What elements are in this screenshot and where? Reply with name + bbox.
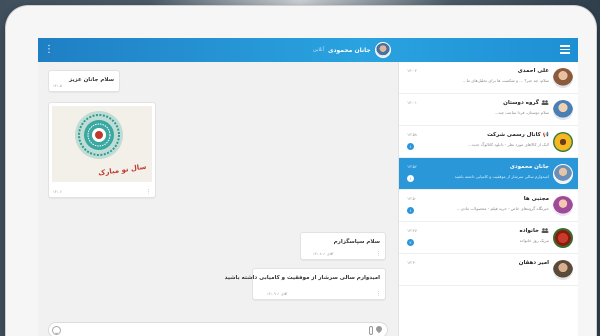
message-bubble[interactable]: سلام جانان عزیز ۱۴:۰۵ [48,70,120,92]
greeting-image[interactable]: سال نو مبارک [52,106,152,182]
conversation-item[interactable]: گروه دوستان سلام دوستان، فردا ساعت چند..… [399,94,578,126]
location-icon[interactable] [374,324,384,334]
tablet-frame: ⋮ جانان محمودی آنلاین سلام جانان عزیز ۱۴… [6,6,596,336]
message-bubble[interactable]: سلام سپاسگزارم ۱۴:۰۸ ✓ آقای ⋮ [300,232,386,260]
chat-panel: سلام جانان عزیز ۱۴:۰۵ سال نو مبارک ۱۴:۰۶ [38,62,398,336]
conversation-preview: لایک از کالاهای مورد نظر - دانلود کاتالو… [467,142,549,147]
conversation-preview: تبریک روز خانواده [519,238,549,243]
contact-name: جانان محمودی [327,46,371,54]
conversation-item[interactable]: مجتبی ها خبرنگاه گروه‌های خاص - خرید فیل… [399,190,578,222]
channel-icon: 📢 [542,132,549,138]
conversation-item[interactable]: خانواده تبریک روز خانواده ۱۳:۴۷ ۲ [399,222,578,254]
conversation-time: ۱۳:۴۰ [407,260,417,265]
avatar [553,68,573,88]
avatar [553,196,573,216]
contact-avatar [374,42,391,58]
greeting-artwork-text: سال نو مبارک [97,162,147,178]
message-time: ۱۴:۰۵ [53,84,62,88]
message-text: سلام جانان عزیز [69,77,114,83]
message-input[interactable] [65,325,345,335]
conversation-name: مجتبی ها [523,196,549,202]
message-options-icon[interactable]: ⋮ [376,291,381,297]
group-icon [541,100,549,105]
conversation-name: 📢 کانال رسمی شرکت [487,132,549,138]
unread-badge: ۱ [407,207,414,214]
group-icon [541,228,549,233]
conversation-time: ۱۴:۰۴ [407,68,417,73]
conversation-preview: خبرنگاه گروه‌های خاص - خرید فیلم - محصول… [456,206,549,211]
unread-badge: ۱ [407,143,414,150]
conversation-name: جانان محمودی [509,164,549,170]
message-time: ۱۴:۰۶ [53,190,62,194]
conversation-name: علی احمدی [517,68,549,74]
avatar [553,132,573,152]
chat-contact-header[interactable]: جانان محمودی آنلاین [313,41,391,59]
avatar [553,228,573,248]
conversation-time: ۱۳:۵۶ [407,164,417,169]
top-bar: ⋮ جانان محمودی آنلاین [38,38,578,62]
conversation-time: ۱۳:۵۰ [407,196,417,201]
avatar [553,164,573,184]
conversation-preview: امیدوارم سالی سرشار از موفقیت و کامیابی … [454,174,549,179]
message-bubble[interactable]: امیدوارم سالی سرشار از موفقیت و کامیابی … [225,268,386,300]
conversation-time: ۱۳:۵۸ [407,132,417,137]
message-text: امیدوارم سالی سرشار از موفقیت و کامیابی … [224,275,380,281]
hamburger-menu-icon[interactable] [560,45,570,54]
message-composer [48,322,388,336]
message-options-icon[interactable]: ⋮ [146,189,151,195]
unread-badge: ۲ [407,239,414,246]
mandala-art-icon [75,111,123,159]
conversation-time: ۱۳:۴۷ [407,228,417,233]
conversation-name: امیر دهقان [518,260,549,266]
attachment-icon[interactable] [369,326,373,335]
messenger-window: ⋮ جانان محمودی آنلاین سلام جانان عزیز ۱۴… [38,38,578,336]
message-time: ۱۴:۰۹ ✓ آقای [267,292,288,296]
conversation-item[interactable]: 📢 کانال رسمی شرکت لایک از کالاهای مورد ن… [399,126,578,158]
image-message[interactable]: سال نو مبارک ۱۴:۰۶ ⋮ [48,102,156,198]
contact-status: آنلاین [313,47,324,53]
conversation-preview: سلام، چه خبر؟ ... و شکست ها برای تحلیل‌ه… [462,78,549,83]
conversation-name: گروه دوستان [503,100,549,106]
emoji-icon[interactable] [52,325,61,335]
conversation-time: ۱۴:۰۱ [407,100,417,105]
unread-badge: ۱ [407,175,414,182]
message-time: ۱۴:۰۸ ✓ آقای [313,252,334,256]
message-text: سلام سپاسگزارم [333,239,380,245]
avatar [553,100,573,120]
conversation-preview: سلام دوستان، فردا ساعت چند... [494,110,549,115]
conversation-item[interactable]: علی احمدی سلام، چه خبر؟ ... و شکست ها بر… [399,62,578,94]
more-options-icon[interactable]: ⋮ [44,43,54,57]
avatar [553,260,573,280]
conversation-list: علی احمدی سلام، چه خبر؟ ... و شکست ها بر… [398,62,578,336]
message-options-icon[interactable]: ⋮ [376,251,381,257]
conversation-item-active[interactable]: جانان محمودی امیدوارم سالی سرشار از موفق… [399,158,578,190]
conversation-name: خانواده [520,228,550,234]
conversation-item[interactable]: امیر دهقان ۱۳:۴۰ [399,254,578,286]
